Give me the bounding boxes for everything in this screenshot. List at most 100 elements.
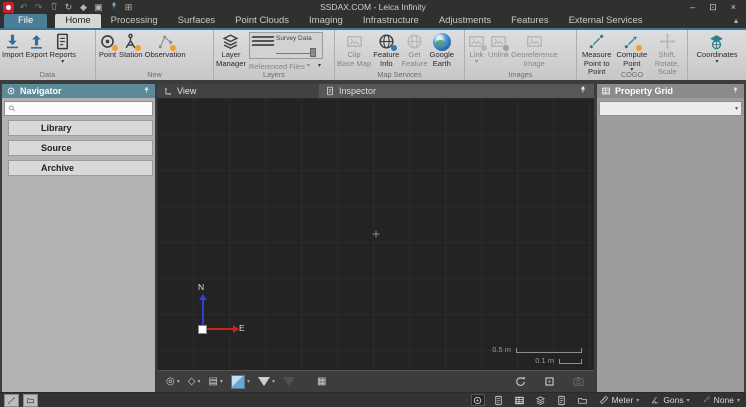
search-input[interactable] xyxy=(19,103,149,115)
archive-toggle-button[interactable] xyxy=(576,394,590,406)
import-button[interactable]: Import xyxy=(1,31,25,60)
pin-icon[interactable] xyxy=(731,86,740,97)
restore-button[interactable]: ⊡ xyxy=(709,1,717,13)
minimize-button[interactable]: – xyxy=(690,1,695,13)
pin-icon[interactable] xyxy=(142,86,151,97)
distance-unit-dropdown[interactable]: Meter xyxy=(597,395,642,405)
new-observation-button[interactable]: Observation xyxy=(144,31,187,60)
correction-service-value: None xyxy=(714,395,734,405)
google-earth-button[interactable]: Google Earth xyxy=(429,31,456,68)
tab-processing[interactable]: Processing xyxy=(101,14,168,28)
view-mode-button[interactable] xyxy=(228,374,253,390)
delete-icon[interactable] xyxy=(48,1,59,14)
grid-toggle-button[interactable]: ▦ xyxy=(314,375,329,388)
close-button[interactable]: × xyxy=(731,1,736,13)
clip-base-map-button[interactable]: Clip Base Map xyxy=(336,31,372,68)
export-button[interactable]: Export xyxy=(25,31,49,60)
tab-home[interactable]: Home xyxy=(55,14,100,28)
coordinates-button[interactable]: Coordinates xyxy=(696,31,739,65)
sync-icon[interactable]: ↻ xyxy=(63,2,74,13)
undo-icon[interactable]: ↶ xyxy=(18,2,29,13)
new-window-icon[interactable]: ⊞ xyxy=(123,2,134,13)
document-tab-bar: View Inspector xyxy=(157,84,594,98)
caret-icon xyxy=(197,378,200,385)
filter-button[interactable] xyxy=(255,376,278,387)
shift-rotate-scale-icon xyxy=(658,32,677,51)
filter-secondary-button[interactable] xyxy=(280,376,298,387)
navigator-header[interactable]: Navigator xyxy=(2,84,155,98)
collapse-ribbon-icon[interactable]: ▴ xyxy=(734,14,746,28)
chevron-down-icon xyxy=(737,397,740,404)
property-object-selector[interactable] xyxy=(599,101,742,116)
inspector-toggle-button[interactable] xyxy=(492,394,506,406)
compass-icon xyxy=(472,395,483,406)
correction-service-dropdown[interactable]: None xyxy=(699,395,742,405)
table-toggle-button[interactable] xyxy=(513,394,527,406)
navigator-toggle-button[interactable] xyxy=(471,394,485,406)
status-measure-shortcut-button[interactable] xyxy=(4,394,19,407)
style-tool-button[interactable]: ◇ xyxy=(185,375,204,388)
redo-icon[interactable]: ↷ xyxy=(33,2,44,13)
angle-unit-dropdown[interactable]: Gons xyxy=(648,395,691,405)
tab-infrastructure[interactable]: Infrastructure xyxy=(353,14,429,28)
layers-dropdown-caret-icon[interactable] xyxy=(318,64,325,69)
tab-features[interactable]: Features xyxy=(501,14,559,28)
archive-icon[interactable]: ▣ xyxy=(93,2,104,13)
reports-button[interactable]: Reports xyxy=(48,31,77,65)
feature-info-icon xyxy=(377,32,396,51)
property-grid-header[interactable]: Property Grid xyxy=(597,84,744,98)
main-area: Navigator Library Source Archive View xyxy=(0,84,746,392)
status-project-shortcut-button[interactable] xyxy=(23,394,38,407)
inspector-icon xyxy=(325,86,335,96)
navigator-item-library[interactable]: Library xyxy=(8,120,153,136)
layer-manager-button[interactable]: Layer Manager xyxy=(215,31,247,68)
navigator-search[interactable] xyxy=(4,101,153,116)
layer-opacity-handle[interactable] xyxy=(310,48,316,57)
group-label-layers: Layers xyxy=(214,70,334,80)
refresh-view-button[interactable] xyxy=(511,374,530,389)
reports-toggle-button[interactable] xyxy=(555,394,569,406)
display-settings-icon: ▤ xyxy=(208,376,217,387)
layer-visibility-widget[interactable]: Survey Data xyxy=(249,32,323,59)
display-settings-button[interactable]: ▤ xyxy=(205,375,225,388)
get-feature-button[interactable]: Get Feature xyxy=(400,31,428,68)
north-east-axis-indicator: N E xyxy=(199,284,253,332)
snapshot-button[interactable] xyxy=(569,374,588,389)
map-canvas[interactable]: N E 0.5 m 0.1 m xyxy=(157,98,594,370)
tab-view[interactable]: View xyxy=(157,84,319,98)
tab-inspector[interactable]: Inspector xyxy=(319,84,594,98)
ribbon-tab-bar: File Home Processing Surfaces Point Clou… xyxy=(0,14,746,28)
tab-adjustments[interactable]: Adjustments xyxy=(429,14,501,28)
publish-icon[interactable]: ◆ xyxy=(78,2,89,13)
compute-point-button[interactable]: Compute Point xyxy=(615,31,648,73)
select-tool-button[interactable]: ◎ xyxy=(163,375,183,388)
tab-file[interactable]: File xyxy=(4,14,47,28)
layer-preview-label: Survey Data xyxy=(276,35,312,42)
feature-info-button[interactable]: Feature Info xyxy=(372,31,400,68)
navigator-title: Navigator xyxy=(20,86,62,96)
link-image-button[interactable]: Link xyxy=(466,31,487,65)
new-point-button[interactable]: Point xyxy=(97,31,118,60)
georeference-image-button[interactable]: Georeference Image xyxy=(510,31,558,68)
tab-external-services[interactable]: External Services xyxy=(559,14,653,28)
google-earth-icon xyxy=(433,32,451,51)
navigator-item-archive[interactable]: Archive xyxy=(8,160,153,176)
refresh-icon xyxy=(514,375,527,388)
tab-imaging[interactable]: Imaging xyxy=(299,14,353,28)
axis-icon xyxy=(163,86,173,96)
ribbon-group-images: Link Unlink Georeference Image Images xyxy=(465,30,577,80)
zoom-extents-button[interactable] xyxy=(540,374,559,389)
new-station-button[interactable]: Station xyxy=(118,31,144,60)
scale-bar-major xyxy=(516,348,582,353)
navigator-item-source[interactable]: Source xyxy=(8,140,153,156)
layers-toggle-button[interactable] xyxy=(534,394,548,406)
tab-surfaces[interactable]: Surfaces xyxy=(168,14,226,28)
group-label-images: Images xyxy=(465,70,576,80)
tab-point-clouds[interactable]: Point Clouds xyxy=(225,14,299,28)
ribbon-group-coordinates: Coordinates xyxy=(688,30,746,80)
app-logo-icon[interactable] xyxy=(3,2,14,13)
pin-shortcut-icon[interactable] xyxy=(108,1,119,14)
unlink-image-button[interactable]: Unlink xyxy=(487,31,510,60)
pin-icon[interactable] xyxy=(578,85,588,97)
title-bar: ↶ ↷ ↻ ◆ ▣ ⊞ SSDAX.COM - Leica Infinity –… xyxy=(0,0,746,14)
